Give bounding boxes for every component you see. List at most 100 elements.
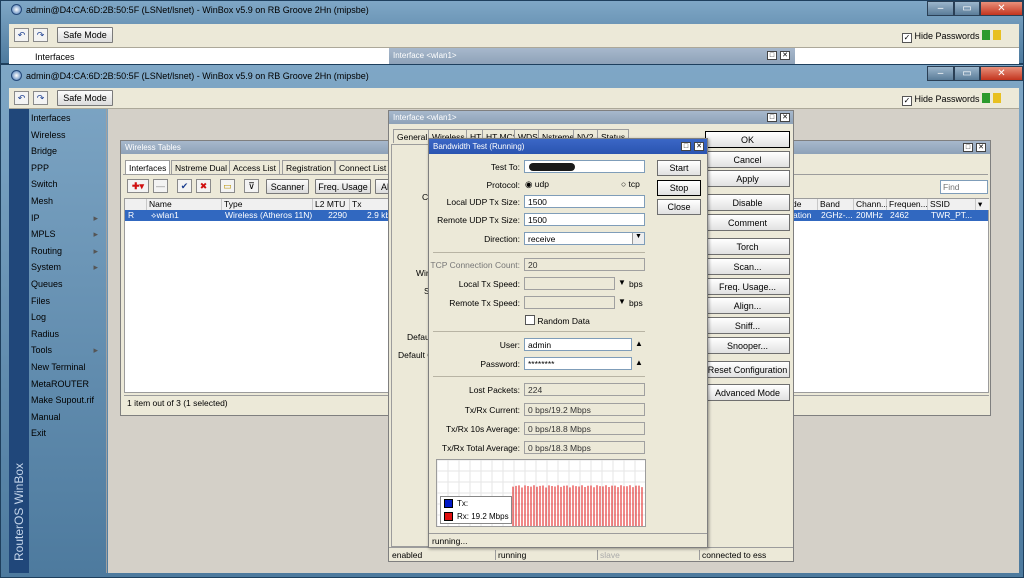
close-icon[interactable]: ✕ xyxy=(980,66,1023,81)
menu-item-queues[interactable]: Queues xyxy=(31,279,63,289)
udp-radio[interactable]: ◉ udp xyxy=(525,179,549,190)
tab-interfaces[interactable]: Interfaces xyxy=(125,160,171,174)
total-avg-field[interactable]: 0 bps/18.3 Mbps xyxy=(524,441,645,454)
menu-item-mpls[interactable]: MPLS xyxy=(31,229,56,239)
menu-item-log[interactable]: Log xyxy=(31,312,46,322)
menu-item-bridge[interactable]: Bridge xyxy=(31,146,57,156)
menu-item-ip[interactable]: IP xyxy=(31,213,40,223)
close-button[interactable]: Close xyxy=(657,199,701,215)
remote-udp-field[interactable]: 1500 xyxy=(524,213,645,226)
tab-access-list[interactable]: Access List xyxy=(229,160,280,174)
filter-icon[interactable]: ⊽ xyxy=(244,179,259,193)
local-speed-field[interactable] xyxy=(524,277,615,290)
back-safe-mode-button[interactable]: Safe Mode xyxy=(57,27,113,43)
menu-item-tools[interactable]: Tools xyxy=(31,345,52,355)
random-data-checkbox[interactable]: Random Data xyxy=(525,315,590,326)
col-l2mtu[interactable]: L2 MTU xyxy=(313,199,350,210)
tab-registration[interactable]: Registration xyxy=(282,160,336,174)
menu-item-system[interactable]: System xyxy=(31,262,61,272)
checkbox-icon[interactable]: ✓ xyxy=(902,96,912,106)
freq-usage-button[interactable]: Freq. Usage xyxy=(315,179,371,194)
tab-connect-list[interactable]: Connect List xyxy=(335,160,391,174)
restore-icon[interactable]: □ xyxy=(767,51,777,60)
remove-icon[interactable]: — xyxy=(153,179,168,193)
close-icon[interactable]: ✕ xyxy=(980,1,1023,16)
apply-button[interactable]: Apply xyxy=(705,170,790,187)
lost-packets-field[interactable]: 224 xyxy=(524,383,645,396)
col-band[interactable]: Band xyxy=(818,199,854,210)
tcp-radio[interactable]: ○ tcp xyxy=(621,179,640,189)
menu-item-manual[interactable]: Manual xyxy=(31,412,61,422)
tab-general[interactable]: General xyxy=(393,129,432,143)
tcp-count-field[interactable]: 20 xyxy=(524,258,645,271)
menu-item-metarouter[interactable]: MetaROUTER xyxy=(31,379,89,389)
direction-select[interactable]: receive ▼ xyxy=(524,232,645,245)
minimize-icon[interactable]: – xyxy=(927,66,954,81)
close-icon[interactable]: ✕ xyxy=(780,51,790,60)
checkbox-icon[interactable]: ✓ xyxy=(902,33,912,43)
reset-configuration-button[interactable]: Reset Configuration xyxy=(705,361,790,378)
find-input[interactable] xyxy=(940,180,988,194)
start-button[interactable]: Start xyxy=(657,160,701,176)
minimize-icon[interactable]: – xyxy=(927,1,954,16)
enable-icon[interactable]: ✔ xyxy=(177,179,192,193)
safe-mode-button[interactable]: Safe Mode xyxy=(57,90,113,106)
user-collapse-icon[interactable]: ▲ xyxy=(635,339,643,348)
checkbox-icon[interactable] xyxy=(525,315,535,325)
torch-button[interactable]: Torch xyxy=(705,238,790,255)
col-name[interactable]: Name xyxy=(147,199,222,210)
close-icon[interactable]: ✕ xyxy=(780,113,790,122)
hide-passwords[interactable]: ✓ Hide Passwords xyxy=(902,93,1001,106)
redo-icon[interactable]: ↷ xyxy=(33,91,48,105)
stop-button[interactable]: Stop xyxy=(657,180,701,196)
comment-button[interactable]: Comment xyxy=(705,214,790,231)
menu-item-files[interactable]: Files xyxy=(31,296,50,306)
align-button[interactable]: Align... xyxy=(705,297,790,314)
password-collapse-icon[interactable]: ▲ xyxy=(635,358,643,367)
menu-item-exit[interactable]: Exit xyxy=(31,428,46,438)
menu-item-ppp[interactable]: PPP xyxy=(31,163,49,173)
comment-icon[interactable]: ▭ xyxy=(220,179,235,193)
password-field[interactable]: ******** xyxy=(524,357,632,370)
local-speed-dropdown-icon[interactable]: ▼ xyxy=(618,278,626,287)
scan-button[interactable]: Scan... xyxy=(705,258,790,275)
remote-speed-field[interactable] xyxy=(524,296,615,309)
restore-icon[interactable]: □ xyxy=(681,142,691,151)
menu-item-new-terminal[interactable]: New Terminal xyxy=(31,362,85,372)
columns-dropdown-icon[interactable]: ▾ xyxy=(976,199,989,210)
col-ssid[interactable]: SSID xyxy=(928,199,976,210)
menu-item-mesh[interactable]: Mesh xyxy=(31,196,53,206)
close-icon[interactable]: ✕ xyxy=(694,142,704,151)
local-udp-field[interactable]: 1500 xyxy=(524,195,645,208)
restore-icon[interactable]: □ xyxy=(767,113,777,122)
col-mode[interactable]: de xyxy=(790,199,818,210)
scanner-button[interactable]: Scanner xyxy=(266,179,309,194)
dropdown-icon[interactable]: ▼ xyxy=(632,233,644,244)
disable-icon[interactable]: ✖ xyxy=(196,179,211,193)
menu-item-switch[interactable]: Switch xyxy=(31,179,58,189)
undo-icon[interactable]: ↶ xyxy=(14,28,29,42)
restore-icon[interactable]: □ xyxy=(963,143,973,152)
col-channel[interactable]: Chann... xyxy=(854,199,888,210)
test-to-field[interactable] xyxy=(524,160,645,173)
undo-icon[interactable]: ↶ xyxy=(14,91,29,105)
freq-usage-button[interactable]: Freq. Usage... xyxy=(705,278,790,295)
back-hide-passwords[interactable]: ✓ Hide Passwords xyxy=(902,30,1001,43)
menu-item-wireless[interactable]: Wireless xyxy=(31,130,66,140)
col-flag[interactable] xyxy=(125,199,147,210)
col-type[interactable]: Type xyxy=(222,199,313,210)
menu-item-routing[interactable]: Routing xyxy=(31,246,62,256)
maximize-icon[interactable]: ▭ xyxy=(954,66,980,81)
user-field[interactable]: admin xyxy=(524,338,632,351)
close-icon[interactable]: ✕ xyxy=(976,143,986,152)
menu-item-interfaces[interactable]: Interfaces xyxy=(31,113,71,123)
col-frequency[interactable]: Frequen... xyxy=(887,199,928,210)
sniff-button[interactable]: Sniff... xyxy=(705,317,790,334)
cancel-button[interactable]: Cancel xyxy=(705,151,790,168)
menu-item-radius[interactable]: Radius xyxy=(31,329,59,339)
back-menu-interfaces[interactable]: Interfaces xyxy=(35,52,75,62)
col-tx[interactable]: Tx xyxy=(350,199,390,210)
avg10-field[interactable]: 0 bps/18.8 Mbps xyxy=(524,422,645,435)
menu-item-make-supout-rif[interactable]: Make Supout.rif xyxy=(31,395,94,405)
current-field[interactable]: 0 bps/19.2 Mbps xyxy=(524,403,645,416)
